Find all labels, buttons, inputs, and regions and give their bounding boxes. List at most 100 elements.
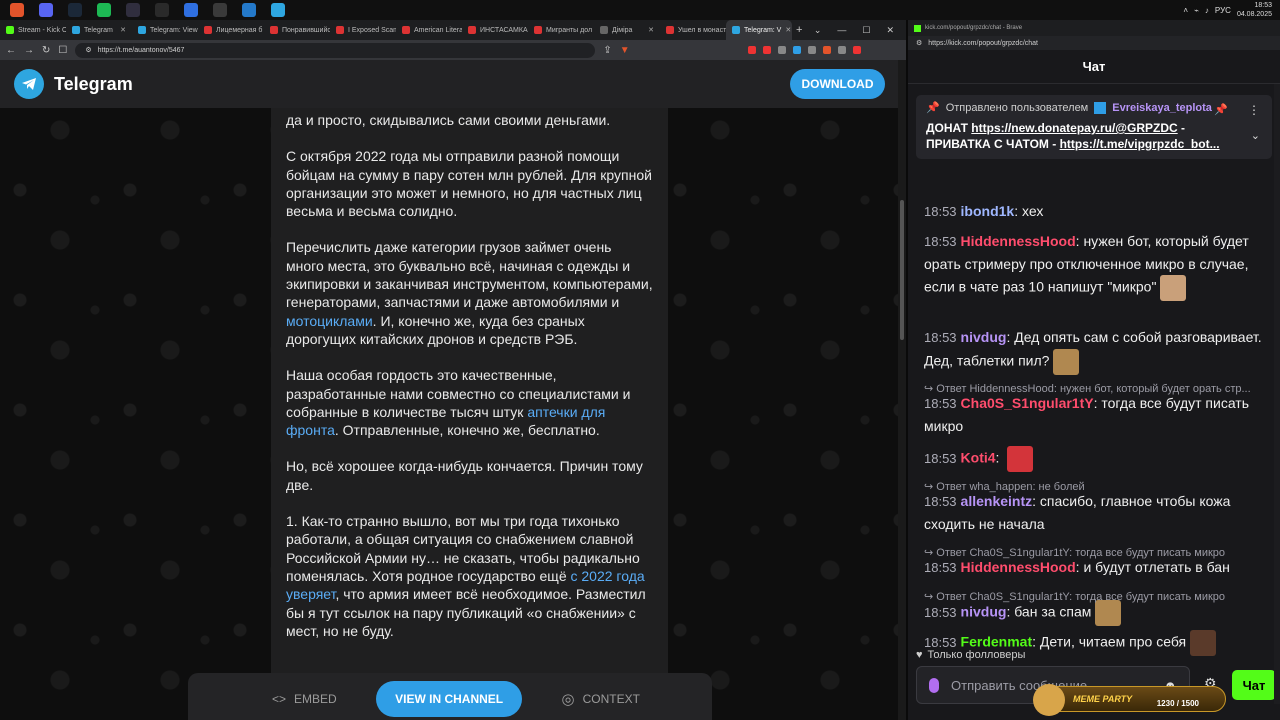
address-bar: ← → ↻ ☐ ⚙ https://t.me/auantonov/5467 ⇪ … bbox=[0, 40, 906, 60]
chat-send-button[interactable]: Чат bbox=[1232, 670, 1276, 700]
os-taskbar: ˄ ⌁ ♪ РУС 18:53 04.08.2025 bbox=[0, 0, 1280, 20]
extension-icon[interactable] bbox=[837, 46, 846, 54]
browser-tab[interactable]: Telegram: View✕ bbox=[132, 20, 198, 40]
tab-close-icon[interactable]: ✕ bbox=[120, 26, 126, 34]
close-window-icon[interactable]: ✕ bbox=[886, 25, 894, 36]
volume-icon[interactable]: ♪ bbox=[1205, 6, 1209, 15]
extension-icon[interactable] bbox=[777, 46, 786, 54]
steam-icon[interactable] bbox=[68, 3, 82, 17]
chat-scrollbar[interactable] bbox=[1274, 84, 1280, 704]
extension-icon[interactable] bbox=[822, 46, 831, 54]
reply-reference[interactable]: ↪ Ответ HiddennessHood: нужен бот, котор… bbox=[924, 378, 1264, 400]
browser-tab[interactable]: Мигранты дол✕ bbox=[528, 20, 594, 40]
chat-message[interactable]: 18:53 Koti4: bbox=[924, 446, 1272, 472]
post-link[interactable]: мотоциклами bbox=[286, 313, 373, 329]
extension-icon[interactable] bbox=[807, 46, 816, 54]
language-indicator[interactable]: РУС bbox=[1215, 6, 1231, 15]
telegram-page: Telegram DOWNLOAD да и просто, скидывали… bbox=[0, 60, 898, 720]
clock[interactable]: 18:53 04.08.2025 bbox=[1237, 1, 1272, 19]
extension-icon[interactable] bbox=[852, 46, 861, 54]
pinned-line1-suffix: - bbox=[1177, 121, 1186, 135]
back-icon[interactable]: ← bbox=[6, 45, 16, 56]
tab-title: Дiмiра bbox=[612, 26, 633, 34]
meme-party-bar[interactable]: MEME PARTY 1230 / 1500 bbox=[1033, 684, 1226, 716]
reply-arrow-icon: ↪ bbox=[924, 591, 937, 603]
expand-chevron-icon[interactable]: ⌄ bbox=[1251, 129, 1260, 142]
message-username[interactable]: nivdug bbox=[961, 329, 1007, 345]
telegram-logo-icon[interactable] bbox=[14, 69, 44, 99]
minimize-icon[interactable]: — bbox=[837, 25, 846, 36]
brave-icon[interactable] bbox=[10, 3, 24, 17]
chat-message[interactable]: 18:53 ibond1k: хех bbox=[924, 200, 1272, 223]
tabs: Stream - Kick O✕ Telegram ✕ Telegram: View✕… bbox=[0, 20, 792, 40]
network-icon[interactable]: ⌁ bbox=[1194, 6, 1199, 15]
tab-close-icon[interactable]: ✕ bbox=[648, 26, 654, 34]
emote-icon bbox=[1007, 446, 1034, 472]
extension-icon[interactable] bbox=[762, 46, 771, 54]
reply-reference[interactable]: ↪ Ответ Cha0S_S1ngular1tY: тогда все буд… bbox=[924, 542, 1264, 564]
telegram-brand[interactable]: Telegram bbox=[54, 74, 133, 95]
maximize-icon[interactable]: ☐ bbox=[862, 25, 870, 36]
reply-reference[interactable]: ↪ Ответ wha_happen: не болей bbox=[924, 476, 1264, 498]
chat-message[interactable]: 18:53 nivdug: Дед опять сам с собой разго… bbox=[924, 326, 1272, 375]
scrollbar-thumb[interactable] bbox=[900, 200, 904, 340]
site-info-icon[interactable]: ⚙ bbox=[85, 46, 91, 54]
unpin-icon[interactable]: 📌 bbox=[1214, 103, 1228, 116]
popout-url[interactable]: https://kick.com/popout/grpzdc/chat bbox=[928, 40, 1038, 47]
download-button[interactable]: DOWNLOAD bbox=[790, 69, 885, 99]
pinned-user[interactable]: Evreiskaya_teplota bbox=[1112, 102, 1212, 114]
more-options-icon[interactable]: ⋮ bbox=[1248, 103, 1260, 117]
mail-icon[interactable] bbox=[213, 3, 227, 17]
message-username[interactable]: Koti4 bbox=[961, 450, 996, 466]
forward-icon[interactable]: → bbox=[24, 45, 34, 56]
message-username[interactable]: Ferdenmat bbox=[961, 634, 1033, 650]
browser-tab[interactable]: Лицемерная б✕ bbox=[198, 20, 264, 40]
browser-tab[interactable]: Telegram ✕ bbox=[66, 20, 132, 40]
view-in-channel-button[interactable]: VIEW IN CHANNEL bbox=[376, 681, 523, 717]
telegram-taskbar-icon[interactable] bbox=[271, 3, 285, 17]
message-username[interactable]: HiddennessHood bbox=[961, 233, 1076, 249]
browser-tab[interactable]: Ушел в монаст✕ bbox=[660, 20, 726, 40]
post-text-segment: , что армия имеет всё необходимое. Разме… bbox=[286, 586, 646, 639]
epic-icon[interactable] bbox=[155, 3, 169, 17]
page-scrollbar[interactable] bbox=[898, 60, 906, 720]
post-text-segment: Но, всё хорошее когда-нибудь кончается. … bbox=[286, 458, 643, 493]
browser-tab[interactable]: Telegram: V ✕ bbox=[726, 20, 792, 40]
browser-tab[interactable]: ИНСТАСАМКА✕ bbox=[462, 20, 528, 40]
extension-icon[interactable] bbox=[792, 46, 801, 54]
b-app-icon[interactable] bbox=[184, 3, 198, 17]
tab-search-icon[interactable]: ⌄ bbox=[814, 25, 822, 36]
chat-message[interactable]: 18:53 HiddennessHood: нужен бот, который … bbox=[924, 230, 1272, 301]
pinned-line2-label: ПРИВАТКА С ЧАТОМ - bbox=[926, 137, 1060, 151]
chevron-up-icon[interactable]: ˄ bbox=[1183, 6, 1188, 15]
reload-icon[interactable]: ↻ bbox=[42, 45, 50, 56]
browser-tab[interactable]: Понравившийс✕ bbox=[264, 20, 330, 40]
discord-icon[interactable] bbox=[39, 3, 53, 17]
embed-button[interactable]: <> EMBED bbox=[272, 692, 337, 706]
browser-tab[interactable]: Stream - Kick O✕ bbox=[0, 20, 66, 40]
spotify-icon[interactable] bbox=[97, 3, 111, 17]
obs-icon[interactable] bbox=[126, 3, 140, 17]
mic-icon[interactable] bbox=[929, 677, 939, 693]
donate-link[interactable]: https://new.donatepay.ru/@GRPZDC bbox=[971, 121, 1177, 135]
site-info-icon[interactable]: ⚙ bbox=[916, 39, 922, 47]
messenger-icon[interactable] bbox=[242, 3, 256, 17]
post-text: да и просто, скидывались сами своими ден… bbox=[286, 111, 653, 640]
tab-close-icon[interactable]: ✕ bbox=[785, 26, 791, 34]
reply-reference[interactable]: ↪ Ответ Cha0S_S1ngular1tY: тогда все буд… bbox=[924, 586, 1264, 608]
pinned-message[interactable]: 📌 Отправлено пользователем Evreiskaya_te… bbox=[916, 95, 1272, 159]
url-field[interactable]: ⚙ https://t.me/auantonov/5467 bbox=[75, 42, 596, 58]
browser-tab[interactable]: Дiмiра ✕ bbox=[594, 20, 660, 40]
bookmark-icon[interactable]: ☐ bbox=[58, 45, 67, 56]
extension-icon[interactable] bbox=[747, 46, 756, 54]
share-icon[interactable]: ⇪ bbox=[603, 45, 611, 56]
browser-tab[interactable]: American Litera✕ bbox=[396, 20, 462, 40]
chat-title: Чат bbox=[908, 50, 1280, 84]
private-bot-link[interactable]: https://t.me/vipgrpzdc_bot... bbox=[1060, 137, 1220, 151]
tab-title: Telegram bbox=[84, 26, 113, 34]
new-tab-icon[interactable]: + bbox=[796, 24, 802, 36]
brave-shields-icon[interactable]: ▼ bbox=[620, 45, 630, 56]
message-username[interactable]: ibond1k bbox=[961, 203, 1015, 219]
context-button[interactable]: ◎ CONTEXT bbox=[562, 690, 640, 708]
browser-tab[interactable]: I Exposed Scam✕ bbox=[330, 20, 396, 40]
